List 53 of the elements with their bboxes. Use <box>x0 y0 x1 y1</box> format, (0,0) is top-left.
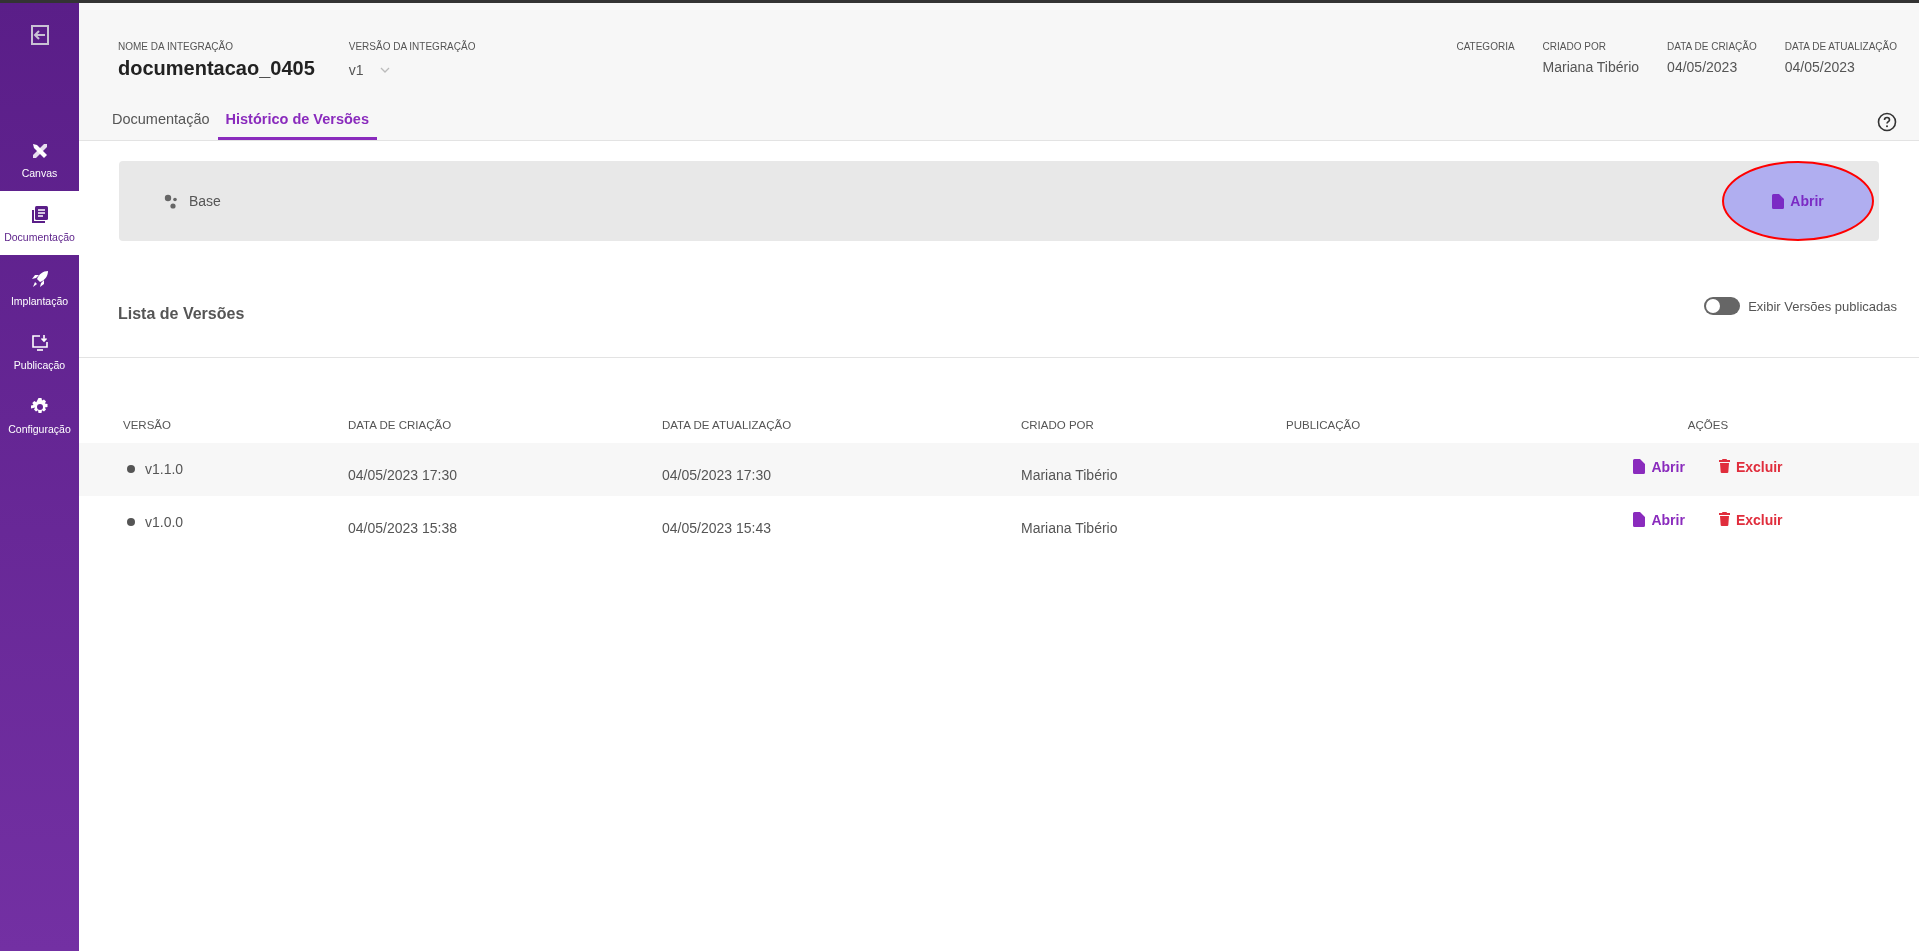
monitor-download-icon <box>29 333 50 353</box>
open-button[interactable]: Abrir <box>1633 459 1685 477</box>
column-header: VERSÃO <box>123 419 172 433</box>
field-label: VERSÃO DA INTEGRAÇÃO <box>348 41 476 52</box>
file-icon <box>1772 193 1785 209</box>
table-cell-text: 04/05/2023 15:43 <box>662 519 772 538</box>
column-header: AÇÕES <box>1686 419 1730 433</box>
field-label: DATA DE ATUALIZAÇÃO <box>1784 41 1897 52</box>
trash-icon <box>1718 512 1730 526</box>
file-icon <box>1633 459 1646 474</box>
tab[interactable]: Documentação <box>104 103 218 140</box>
table-cell-text: 04/05/2023 15:38 <box>348 519 458 538</box>
file-icon <box>1633 512 1646 527</box>
toggle-switch[interactable] <box>1704 297 1741 315</box>
field-label: NOME DA INTEGRAÇÃO <box>118 41 234 52</box>
field-value: Mariana Tibério <box>1542 59 1640 75</box>
column-header: DATA DE CRIAÇÃO <box>348 419 453 433</box>
dots-icon <box>163 193 179 209</box>
field-value: 04/05/2023 <box>1667 59 1739 75</box>
delete-button[interactable]: Excluir <box>1718 512 1783 530</box>
table-cell-text: Mariana Tibério <box>1021 519 1119 538</box>
delete-button[interactable]: Excluir <box>1718 459 1783 477</box>
field-label: DATA DE CRIAÇÃO <box>1667 41 1757 52</box>
sidebar-item[interactable]: Configuração <box>0 383 79 447</box>
sidebar-item[interactable]: Canvas <box>0 127 79 191</box>
toggle-label: Exibir Versões publicadas <box>1748 298 1897 314</box>
column-header: CRIADO POR <box>1021 419 1095 433</box>
status-dot-icon <box>127 465 135 473</box>
chevron-down-icon <box>379 67 390 73</box>
column-header: PUBLICAÇÃO <box>1286 419 1362 433</box>
trash-icon <box>1718 459 1730 473</box>
open-button[interactable]: Abrir <box>1633 512 1685 530</box>
version-select[interactable]: v1 <box>348 62 476 78</box>
sidebar-item[interactable]: Publicação <box>0 319 79 383</box>
help-icon[interactable] <box>1877 112 1897 132</box>
documents-icon <box>29 205 50 225</box>
integration-name: documentacao_0405 <box>118 57 315 80</box>
field-label: CATEGORIA <box>1456 41 1515 52</box>
table-cell-text: Mariana Tibério <box>1021 466 1119 485</box>
field-value: 04/05/2023 <box>1784 59 1856 75</box>
sidebar-item[interactable]: Implantação <box>0 255 79 319</box>
base-label: Base <box>189 193 221 209</box>
table-cell: v1.0.0 <box>145 514 184 530</box>
status-dot-icon <box>127 518 135 526</box>
table-cell-text: 04/05/2023 17:30 <box>348 466 458 485</box>
rocket-icon <box>29 269 50 289</box>
section-title: Lista de Versões <box>118 305 245 323</box>
tab[interactable]: Histórico de Versões <box>217 103 377 140</box>
table-cell: v1.1.0 <box>145 461 184 477</box>
column-header: DATA DE ATUALIZAÇÃO <box>662 419 793 433</box>
table-cell-text: 04/05/2023 17:30 <box>662 466 772 485</box>
field-label: CRIADO POR <box>1542 41 1607 52</box>
sidebar-item[interactable]: Documentação <box>0 191 79 255</box>
